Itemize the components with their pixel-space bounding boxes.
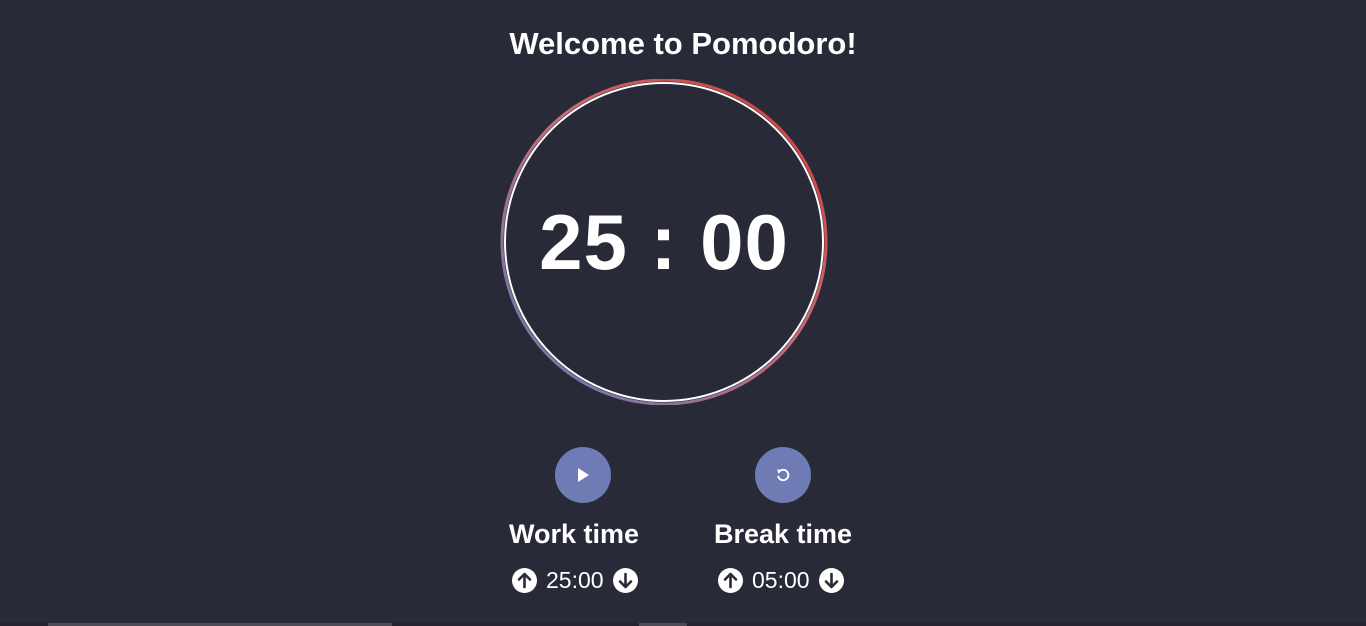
reset-icon xyxy=(777,468,790,482)
arrow-up-icon xyxy=(517,572,532,588)
work-decrease-button[interactable] xyxy=(612,567,638,593)
break-time-value: 05:00 xyxy=(752,567,810,593)
work-time-value: 25:00 xyxy=(546,567,604,593)
timer-clock: 25 : 00 xyxy=(499,79,829,405)
reset-button[interactable] xyxy=(755,447,811,503)
break-increase-button[interactable] xyxy=(718,567,743,593)
pomodoro-app: Welcome to Pomodoro! 25 : 00 Work time B xyxy=(0,0,1366,626)
break-decrease-button[interactable] xyxy=(818,567,844,593)
play-icon xyxy=(578,468,589,482)
timer-display: 25 : 00 xyxy=(539,197,789,286)
work-time-adjuster: 25:00 xyxy=(512,567,638,593)
break-time-label: Break time xyxy=(714,519,853,549)
arrow-up-icon xyxy=(723,572,738,588)
page-title: Welcome to Pomodoro! xyxy=(509,26,857,61)
break-time-adjuster: 05:00 xyxy=(718,567,844,593)
arrow-down-icon xyxy=(618,572,632,588)
arrow-down-icon xyxy=(824,572,838,588)
work-time-label: Work time xyxy=(509,519,640,549)
play-button[interactable] xyxy=(555,447,611,503)
work-increase-button[interactable] xyxy=(512,567,537,593)
